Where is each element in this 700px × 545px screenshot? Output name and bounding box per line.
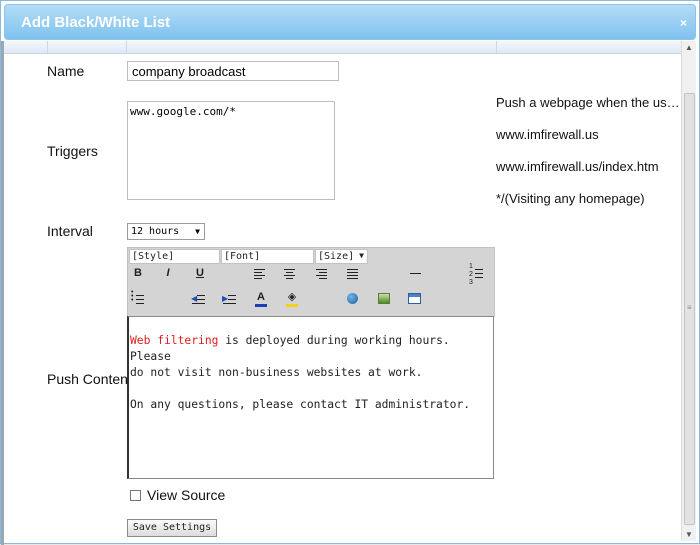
underline-button[interactable]: U <box>191 264 209 282</box>
name-label: Name <box>47 63 85 79</box>
editor-toolbar: [Style] [Font] [Size] ▼ B I U 123 ••• <box>127 247 495 317</box>
insert-link-icon[interactable] <box>344 290 362 308</box>
hint-example-pattern: */(Visiting any homepage) <box>496 191 645 206</box>
push-content-label: Push Content <box>47 371 132 387</box>
chevron-down-icon: ▼ <box>195 227 200 236</box>
background-color-icon[interactable]: ◈ <box>283 290 301 308</box>
indent-icon[interactable]: ▶ <box>221 290 239 308</box>
close-icon[interactable]: × <box>680 16 687 30</box>
bold-button[interactable]: B <box>129 264 147 282</box>
view-source-checkbox[interactable] <box>130 490 141 501</box>
outdent-icon[interactable]: ◀ <box>190 290 208 308</box>
header-separator <box>496 41 497 53</box>
dialog-title: Add Black/White List <box>21 14 171 31</box>
triggers-textarea[interactable]: www.google.com/* <box>127 101 335 200</box>
triggers-label: Triggers <box>47 143 98 159</box>
insert-table-icon[interactable] <box>406 290 424 308</box>
interval-label: Interval <box>47 223 93 239</box>
hint-example-url: www.imfirewall.us/index.htm <box>496 159 659 174</box>
italic-button[interactable]: I <box>159 264 177 282</box>
numbered-list-icon[interactable]: 123 <box>468 263 486 286</box>
bullet-list-icon[interactable]: • • • <box>129 289 147 308</box>
scrollbar-grip-icon: ≡ <box>687 303 692 312</box>
interval-select[interactable]: 12 hours ▼ <box>127 223 205 240</box>
justify-icon[interactable] <box>344 264 362 282</box>
editor-line: On any questions, please contact IT admi… <box>130 398 471 411</box>
vertical-scrollbar[interactable]: ▲ ≡ ▼ <box>681 41 696 541</box>
hint-text: Push a webpage when the us… <box>496 95 680 110</box>
hint-example-url: www.imfirewall.us <box>496 127 599 142</box>
name-input[interactable]: company broadcast <box>127 61 339 81</box>
align-right-icon[interactable] <box>313 264 331 282</box>
editor-line: Web filtering is deployed during working… <box>130 333 493 365</box>
dialog-titlebar[interactable]: Add Black/White List × <box>4 4 696 40</box>
size-select-value: [Size] <box>318 251 355 262</box>
horizontal-rule-icon[interactable] <box>407 264 425 282</box>
save-settings-button[interactable]: Save Settings <box>127 519 217 537</box>
text-color-icon[interactable]: A <box>252 290 270 308</box>
insert-image-icon[interactable] <box>375 290 393 308</box>
scroll-up-icon[interactable]: ▲ <box>685 43 693 52</box>
dialog-left-border <box>1 41 4 545</box>
rich-text-editor[interactable]: Web filtering is deployed during working… <box>127 316 494 479</box>
align-left-icon[interactable] <box>251 264 269 282</box>
view-source-label[interactable]: View Source <box>147 487 225 503</box>
interval-select-value: 12 hours <box>131 226 180 237</box>
scroll-down-icon[interactable]: ▼ <box>685 530 693 539</box>
size-select[interactable]: [Size] ▼ <box>315 249 368 264</box>
add-list-dialog: Add Black/White List × ▲ ≡ ▼ Name compan… <box>0 0 700 545</box>
editor-line: do not visit non-business websites at wo… <box>130 366 423 379</box>
align-center-icon[interactable] <box>281 264 299 282</box>
font-select[interactable]: [Font] <box>221 249 314 264</box>
style-select[interactable]: [Style] <box>129 249 220 264</box>
header-separator <box>47 41 48 53</box>
chevron-down-icon: ▼ <box>359 251 364 260</box>
editor-highlight-text: Web filtering <box>130 334 219 347</box>
header-separator <box>126 41 127 53</box>
header-strip <box>4 41 682 54</box>
